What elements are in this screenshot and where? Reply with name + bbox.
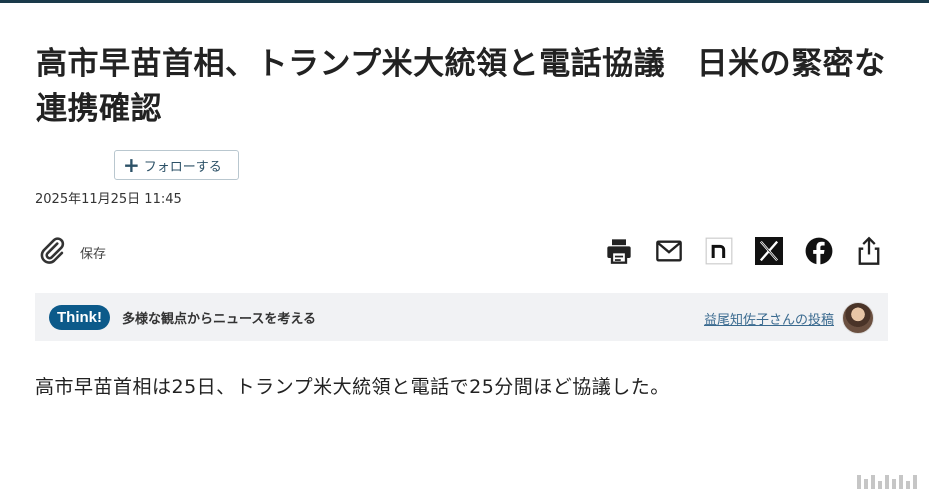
facebook-icon [805,237,833,265]
save-label: 保存 [80,246,107,262]
top-border [0,0,929,3]
publish-datetime: 2025年11月25日 11:45 [35,192,182,207]
commentator-link[interactable]: 益尾知佐子さんの投稿 [704,309,834,328]
facebook-share-button[interactable] [804,235,834,267]
think-bar: Think! 多様な観点からニュースを考える 益尾知佐子さんの投稿 [35,293,888,341]
avatar[interactable] [842,302,874,334]
printer-icon [605,237,633,265]
think-badge[interactable]: Think! [49,304,110,330]
article-title: 高市早苗首相、トランプ米大統領と電話協議 日米の緊密な連携確認 [36,46,886,127]
plus-icon: + [123,153,140,177]
paperclip-icon [38,236,66,268]
mail-button[interactable] [654,235,684,267]
share-button[interactable] [854,235,884,267]
article-body: 高市早苗首相は25日、トランプ米大統領と電話で25分間ほど協議した。 [35,376,670,398]
note-button[interactable] [704,235,734,267]
think-description: 多様な観点からニュースを考える [122,311,316,327]
x-share-button[interactable] [754,235,784,267]
follow-button[interactable]: + フォローする [114,150,239,180]
note-icon [705,237,733,265]
x-icon [755,237,783,265]
watermark [857,475,917,489]
print-button[interactable] [604,235,634,267]
save-button[interactable]: 保存 [38,236,106,268]
share-icon [855,236,883,266]
follow-label: フォローする [143,159,222,175]
mail-icon [655,239,683,263]
